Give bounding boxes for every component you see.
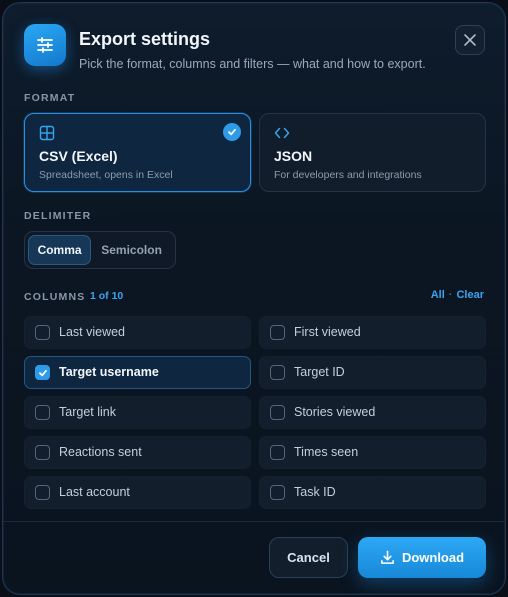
format-option-json[interactable]: JSON For developers and integrations [259,113,486,192]
columns-header: COLUMNS 1 of 10 All · Clear [24,289,484,305]
format-section-label: FORMAT [24,92,76,104]
checkbox[interactable] [35,405,50,420]
download-icon [381,550,394,564]
delimiter-option-semicolon[interactable]: Semicolon [91,235,172,265]
cancel-button[interactable]: Cancel [269,537,348,578]
column-option-stories-viewed[interactable]: Stories viewed [259,396,486,429]
link-separator: · [448,289,453,301]
columns-section-label: COLUMNS [24,291,86,303]
checkbox[interactable] [270,485,285,500]
column-option-task-id[interactable]: Task ID [259,476,486,509]
column-option-last-viewed[interactable]: Last viewed [24,316,251,349]
column-option-first-viewed[interactable]: First viewed [259,316,486,349]
checkmark-icon [38,369,47,376]
export-settings-dialog: Export settings Pick the format, columns… [2,2,506,595]
checkbox-checked[interactable] [35,365,50,380]
column-option-label: Target ID [294,365,345,379]
checkbox[interactable] [35,485,50,500]
clear-link[interactable]: Clear [456,289,484,301]
column-option-target-id[interactable]: Target ID [259,356,486,389]
delimiter-toggle: Comma Semicolon [24,231,176,269]
checkbox[interactable] [35,325,50,340]
column-option-label: Stories viewed [294,405,376,419]
checkbox[interactable] [270,325,285,340]
close-icon [464,34,476,46]
column-option-reactions-sent[interactable]: Reactions sent [24,436,251,469]
checkbox[interactable] [35,445,50,460]
checkbox[interactable] [270,365,285,380]
column-option-label: Task ID [294,485,336,499]
sliders-icon [24,24,66,66]
column-option-label: Times seen [294,445,359,459]
select-all-link[interactable]: All [431,289,445,301]
dialog-header: Export settings Pick the format, columns… [24,24,485,71]
column-option-label: Target link [59,405,116,419]
selected-check-icon [223,123,241,141]
delimiter-section-label: DELIMITER [24,210,92,222]
column-option-target-username[interactable]: Target username [24,356,251,389]
format-option-name: CSV (Excel) [39,148,118,164]
code-icon [274,127,290,139]
dialog-title: Export settings [79,29,211,49]
close-button[interactable] [455,25,485,55]
column-option-label: First viewed [294,325,361,339]
format-option-description: Spreadsheet, opens in Excel [39,169,173,181]
footer-divider [3,521,505,522]
download-button-label: Download [401,550,465,565]
checkbox[interactable] [270,445,285,460]
format-option-name: JSON [274,148,313,164]
checkbox[interactable] [270,405,285,420]
format-option-description: For developers and integrations [274,169,422,181]
columns-actions: All · Clear [431,289,484,301]
dialog-subtitle: Pick the format, columns and filters — w… [79,57,426,71]
columns-count-badge: 1 of 10 [90,290,124,302]
table-icon [39,125,55,141]
delimiter-option-comma[interactable]: Comma [28,235,92,265]
column-option-times-seen[interactable]: Times seen [259,436,486,469]
format-option-csv[interactable]: CSV (Excel) Spreadsheet, opens in Excel [24,113,251,192]
column-option-target-link[interactable]: Target link [24,396,251,429]
download-button[interactable]: Download [358,537,486,578]
column-option-label: Last viewed [59,325,126,339]
column-option-label: Reactions sent [59,445,142,459]
column-option-label: Last account [59,485,130,499]
column-option-label: Target username [59,365,159,379]
column-option-last-account[interactable]: Last account [24,476,251,509]
